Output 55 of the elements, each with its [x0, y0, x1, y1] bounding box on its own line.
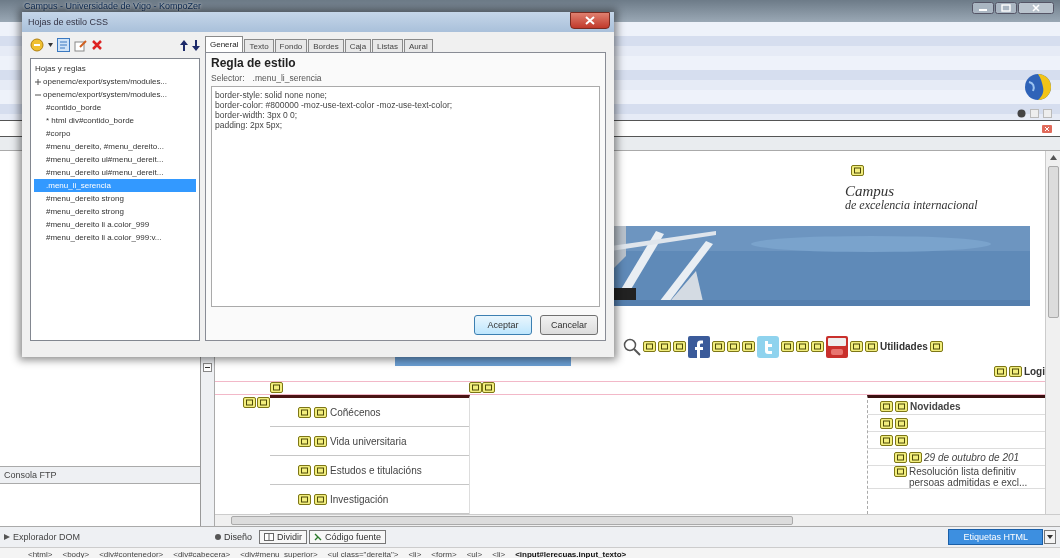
tag-path-item[interactable]: <ul class="dereita"> — [327, 550, 399, 558]
tree-item[interactable]: #menu_dereito li a.color_999:v... — [34, 231, 196, 244]
tree-item[interactable]: #menu_dereito, #menu_dereito... — [34, 140, 196, 153]
tab[interactable]: Listas — [372, 39, 403, 52]
tree-item[interactable]: #menu_dereito strong — [34, 205, 196, 218]
tree-item[interactable]: openemc/export/system/modules... — [34, 75, 196, 88]
tab[interactable]: General — [205, 36, 244, 52]
tag-path-item[interactable]: <div#cabecera> — [173, 550, 231, 558]
tab[interactable]: Fondo — [274, 39, 308, 52]
campus-text: de excelencia internacional — [845, 198, 979, 212]
menu-link[interactable]: Coñécenos — [330, 406, 381, 418]
news-date: 29 de outubro de 201 — [924, 451, 1020, 463]
css-text-field[interactable]: border-style: solid none none; border-color: #800000 -moz-use-text-color -moz-use-text-color; border-width: 3px 0 0; padding: 2px 5px; — [211, 86, 600, 307]
mode-tab[interactable]: Diseño — [210, 530, 257, 544]
tag-path-item[interactable]: <html> — [28, 550, 53, 558]
tree-item[interactable]: #contido_borde — [34, 101, 196, 114]
window-title: Campus - Universidade de Vigo - KompoZer — [24, 0, 201, 12]
utilities-link[interactable]: Utilidades — [880, 341, 928, 353]
accept-button[interactable]: Aceptar — [474, 315, 532, 335]
tab[interactable]: Texto — [244, 39, 274, 52]
tab[interactable]: Caja — [344, 39, 372, 52]
panel-header: Consola FTP — [0, 466, 200, 484]
login-link[interactable]: Logi — [1023, 365, 1045, 377]
tag-path-item[interactable]: <li> — [408, 550, 422, 558]
news-heading: Novidades — [910, 400, 961, 412]
tag-path-item[interactable]: <div#contenedor> — [99, 550, 164, 558]
menu-link[interactable]: Vida universitaria — [330, 435, 407, 447]
tag-path-item[interactable]: <ul> — [466, 550, 483, 558]
news-link-text[interactable]: persoas admitidas e excl... — [909, 477, 1028, 488]
tree-item[interactable]: #menu_dereito li a.color_999 — [34, 218, 196, 231]
menu-link[interactable]: Estudos e titulacións — [330, 464, 422, 476]
mode-tab[interactable]: Código fuente — [309, 530, 387, 544]
news-link-text[interactable]: Resolución lista definitiv — [909, 466, 1028, 477]
tree-item[interactable]: #menu_dereito strong — [34, 192, 196, 205]
tab[interactable]: Aural — [404, 39, 433, 52]
tree-item[interactable]: #menu_dereito ul#menu_dereit... — [34, 166, 196, 179]
tab[interactable]: Bordes — [308, 39, 344, 52]
tree-item[interactable]: * html div#contido_borde — [34, 114, 196, 127]
tree-item[interactable]: openemc/export/system/modules... — [34, 88, 196, 101]
dialog-title: Hojas de estilo CSS — [28, 17, 109, 27]
panel-header: Explorador DOM — [13, 532, 81, 542]
tag-path-item[interactable]: <input#lerecuas.input_texto> — [515, 550, 627, 558]
tree-item[interactable]: #menu_dereito ul#menu_dereit... — [34, 153, 196, 166]
tree-header: Hojas y reglas — [34, 63, 87, 75]
tree-item[interactable]: #corpo — [34, 127, 196, 140]
mode-tab[interactable]: Dividir — [259, 530, 308, 544]
tag-path-item[interactable]: <div#menu_superior> — [240, 550, 318, 558]
menu-link[interactable]: Investigación — [330, 493, 389, 505]
cancel-button[interactable]: Cancelar — [540, 315, 598, 335]
rule-heading: Regla de estilo — [211, 56, 297, 70]
tag-path-item[interactable]: <li> — [492, 550, 506, 558]
selector-label: Selector: — [211, 73, 245, 83]
tag-path-item[interactable]: <body> — [62, 550, 90, 558]
selector-value: .menu_li_serencia — [252, 73, 322, 83]
tag-path-item[interactable]: <form> — [431, 550, 457, 558]
